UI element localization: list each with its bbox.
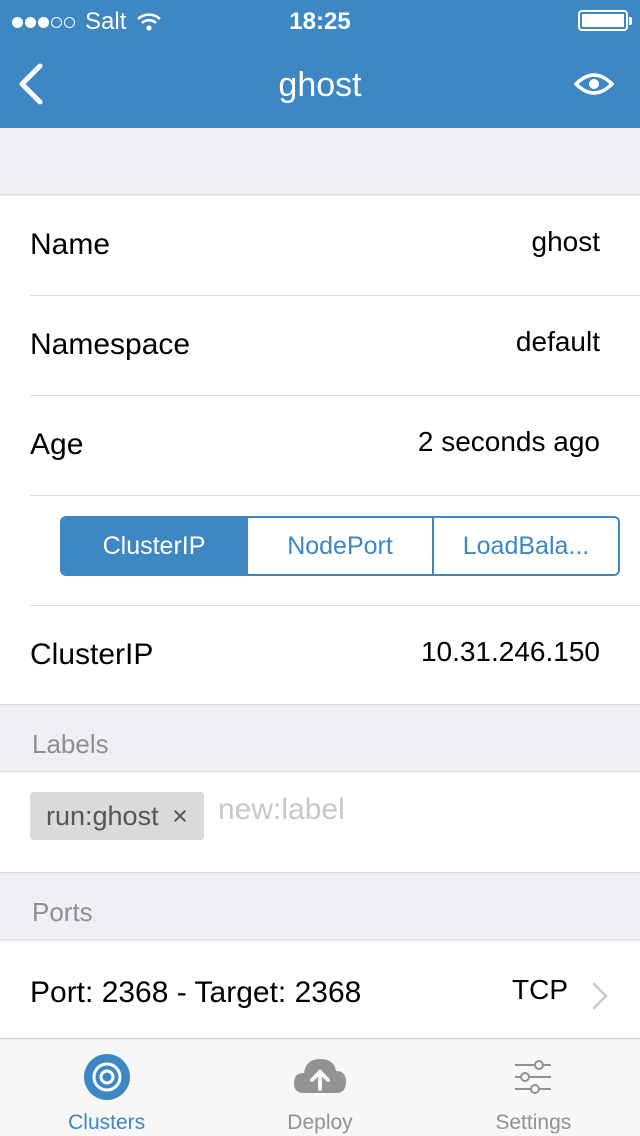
tab-deploy[interactable]: Deploy	[213, 1039, 426, 1136]
remove-tag-icon[interactable]: ×	[172, 801, 188, 831]
tab-clusters[interactable]: Clusters	[0, 1039, 213, 1136]
chevron-right-icon	[592, 982, 608, 1010]
port-protocol: TCP	[512, 974, 568, 1005]
tab-label: Settings	[495, 1111, 572, 1134]
service-type-segmented-control: ClusterIP NodePort LoadBala...	[60, 516, 620, 576]
detail-value: 10.31.246.150	[420, 636, 600, 667]
battery-icon	[578, 10, 632, 31]
tab-label: Clusters	[68, 1111, 146, 1134]
new-label-input[interactable]: new:label	[218, 792, 345, 828]
labels-section-header: Labels	[0, 704, 640, 772]
detail-key: ClusterIP	[30, 638, 154, 671]
tab-bar: Clusters Deploy Settings	[0, 1038, 640, 1136]
detail-key: Age	[30, 428, 84, 461]
target-icon	[83, 1054, 130, 1100]
ports-section-header: Ports	[0, 872, 640, 940]
detail-key: Name	[30, 228, 111, 261]
segment-load-balancer[interactable]: LoadBala...	[434, 518, 618, 574]
port-row[interactable]: Port: 2368 - Target: 2368 TCP	[0, 942, 640, 1038]
port-label: Port: 2368 - Target: 2368	[30, 976, 362, 1009]
detail-row-age: Age 2 seconds ago	[30, 396, 640, 496]
status-time: 18:25	[289, 8, 351, 35]
tab-settings[interactable]: Settings	[427, 1039, 640, 1136]
cloud-upload-icon	[293, 1059, 346, 1093]
section-title: Ports	[32, 897, 93, 927]
segment-node-port[interactable]: NodePort	[248, 518, 434, 574]
sliders-icon	[515, 1060, 552, 1094]
label-tag[interactable]: run:ghost ×	[30, 792, 204, 840]
detail-value: 2 seconds ago	[417, 426, 600, 457]
tag-text: run:ghost	[46, 801, 159, 831]
detail-row-cluster-ip: ClusterIP 10.31.246.150	[30, 606, 640, 704]
tab-label: Deploy	[287, 1111, 353, 1134]
navigation-bar: ghost	[0, 40, 640, 128]
page-title: ghost	[278, 66, 362, 104]
section-title: Labels	[32, 729, 109, 759]
segment-cluster-ip[interactable]: ClusterIP	[62, 518, 248, 574]
status-bar: Salt 18:25	[0, 0, 640, 40]
detail-key: Namespace	[30, 328, 191, 361]
eye-icon[interactable]	[574, 68, 614, 100]
detail-value: ghost	[531, 226, 601, 257]
top-spacer	[0, 128, 640, 195]
details-group: Name ghost Namespace default Age 2 secon…	[0, 196, 640, 704]
detail-row-namespace: Namespace default	[30, 296, 640, 396]
detail-value: default	[515, 326, 600, 357]
detail-row-name: Name ghost	[30, 196, 640, 296]
